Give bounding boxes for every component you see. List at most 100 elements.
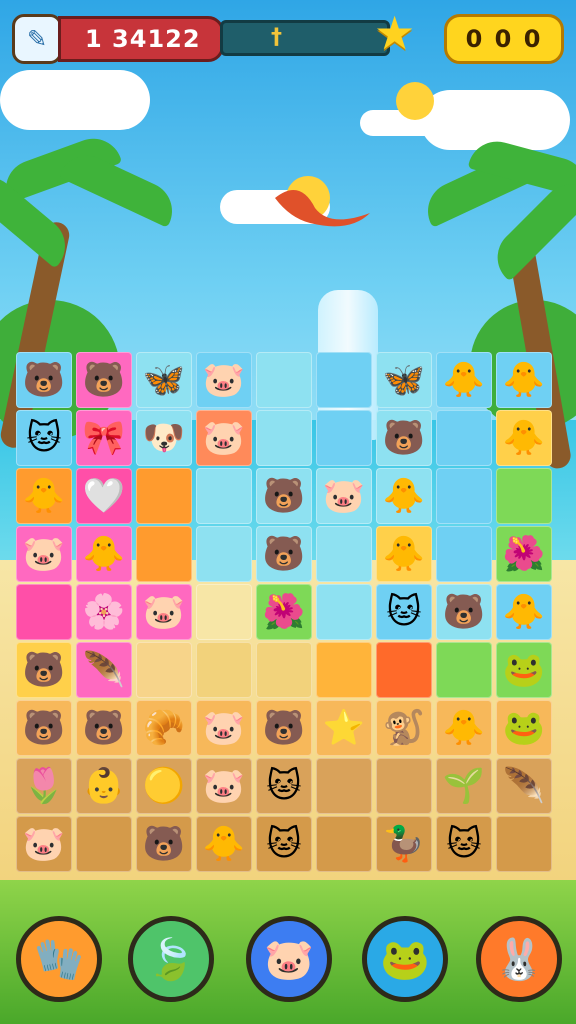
tile-piece: 🐷 [202,766,246,806]
glove-powerup[interactable]: 🧤 [16,916,102,1002]
board-tile[interactable]: 🐱 [256,816,312,872]
score-value: 1 34122 [85,25,201,53]
board-tile[interactable] [316,410,372,466]
board-tile[interactable] [136,642,192,698]
board-tile[interactable]: 🐷 [136,584,192,640]
board-tile[interactable]: 🐻 [256,468,312,524]
board-tile[interactable] [256,410,312,466]
board-tile[interactable]: 🐥 [376,468,432,524]
board-tile[interactable] [316,584,372,640]
board-tile[interactable]: 🐻 [76,700,132,756]
board-tile[interactable]: 🐥 [496,584,552,640]
board-tile[interactable] [376,642,432,698]
board-tile[interactable]: 🐻 [16,352,72,408]
tile-piece: 🦋 [142,360,186,400]
board-tile[interactable]: 🦆 [376,816,432,872]
board-tile[interactable]: 🐸 [496,700,552,756]
board-tile[interactable]: 🐥 [496,410,552,466]
board-tile[interactable]: 🦋 [136,352,192,408]
board-tile[interactable]: 🐥 [436,700,492,756]
board-tile[interactable]: 🐻 [136,816,192,872]
board-tile[interactable]: 🐷 [316,468,372,524]
bunny-powerup[interactable]: 🐰 [476,916,562,1002]
tile-piece: 🦆 [382,824,426,864]
board-tile[interactable] [316,816,372,872]
board-tile[interactable] [436,642,492,698]
board-tile[interactable] [136,526,192,582]
board-tile[interactable] [376,758,432,814]
board-tile[interactable] [436,526,492,582]
board-tile[interactable] [496,816,552,872]
board-tile[interactable]: 🐷 [196,700,252,756]
board-tile[interactable]: 🐱 [436,816,492,872]
board-tile[interactable]: 🐱 [376,584,432,640]
board-tile[interactable]: 🌷 [16,758,72,814]
board-tile[interactable]: 🐒 [376,700,432,756]
board-tile[interactable]: 🌺 [496,526,552,582]
board-tile[interactable]: 🐻 [256,526,312,582]
board-tile[interactable]: 🐷 [196,352,252,408]
frog-powerup[interactable]: 🐸 [362,916,448,1002]
board-tile[interactable]: 🐱 [16,410,72,466]
board-tile[interactable]: 🎀 [76,410,132,466]
tile-piece: 🐻 [262,708,306,748]
board-tile[interactable]: 🤍 [76,468,132,524]
board-tile[interactable] [436,410,492,466]
board-tile[interactable]: 🐥 [496,352,552,408]
board-tile[interactable]: 🐷 [16,816,72,872]
board-tile[interactable]: 🐶 [136,410,192,466]
board-tile[interactable] [196,584,252,640]
pig-powerup[interactable]: 🐷 [246,916,332,1002]
board-tile[interactable]: 🐥 [436,352,492,408]
board-tile[interactable]: 🐥 [16,468,72,524]
board-tile[interactable]: 🌸 [76,584,132,640]
tile-piece: 🐻 [22,708,66,748]
board-tile[interactable]: 🌱 [436,758,492,814]
star-icon: ★ [374,6,416,60]
board-tile[interactable]: 🐥 [196,816,252,872]
board-tile[interactable] [316,352,372,408]
board-tile[interactable]: 🐥 [76,526,132,582]
board-tile[interactable]: 🐥 [376,526,432,582]
board-tile[interactable]: 🐷 [196,410,252,466]
board-tile[interactable]: 🐷 [16,526,72,582]
board-tile[interactable] [196,526,252,582]
board-tile[interactable] [256,642,312,698]
board-tile[interactable] [76,816,132,872]
tile-piece: 🐻 [82,360,126,400]
board-tile[interactable]: 🪶 [76,642,132,698]
board-tile[interactable] [316,758,372,814]
board-tile[interactable] [196,642,252,698]
board-tile[interactable]: 🥐 [136,700,192,756]
board-tile[interactable]: 🐸 [496,642,552,698]
board-tile[interactable]: 🐻 [256,700,312,756]
board-tile[interactable]: 🟡 [136,758,192,814]
pencil-icon[interactable]: ✎ [12,14,62,64]
coin-counter[interactable]: 0 0 0 [444,14,564,64]
tile-piece: 🐷 [142,592,186,632]
board-tile[interactable] [136,468,192,524]
tile-piece: 🐥 [382,534,426,574]
board-tile[interactable] [436,468,492,524]
board-tile[interactable]: 🐻 [436,584,492,640]
board-tile[interactable]: 🐻 [16,642,72,698]
tile-piece: 🌺 [502,534,546,574]
tile-piece: 🌸 [82,592,126,632]
board-tile[interactable]: 🐻 [376,410,432,466]
board-tile[interactable]: 🪶 [496,758,552,814]
board-tile[interactable] [496,468,552,524]
board-tile[interactable]: 🦋 [376,352,432,408]
board-tile[interactable]: 🌺 [256,584,312,640]
board-tile[interactable]: 🐷 [196,758,252,814]
board-tile[interactable]: 🐻 [76,352,132,408]
leaf-powerup[interactable]: 🍃 [128,916,214,1002]
board-tile[interactable] [16,584,72,640]
board-tile[interactable]: 🐻 [16,700,72,756]
board-tile[interactable]: ⭐ [316,700,372,756]
board-tile[interactable]: 🐱 [256,758,312,814]
board-tile[interactable] [256,352,312,408]
board-tile[interactable] [196,468,252,524]
board-tile[interactable]: 👶 [76,758,132,814]
board-tile[interactable] [316,642,372,698]
board-tile[interactable] [316,526,372,582]
